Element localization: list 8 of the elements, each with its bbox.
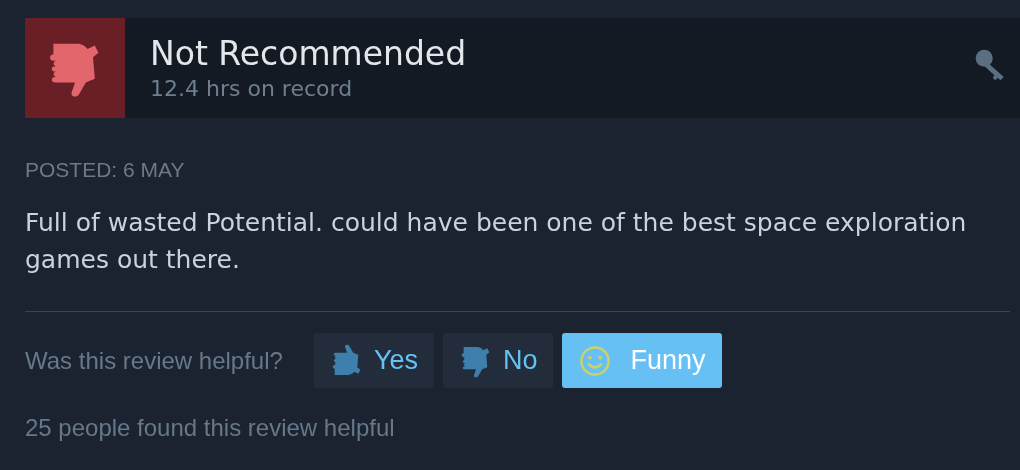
vote-button[interactable]: No [442,333,554,388]
posted-date: POSTED: 6 MAY [25,158,186,182]
helpful-question: Was this review helpful? [25,346,283,375]
helpful-count: 25 people found this review helpful [25,414,396,442]
review-text: Full of wasted Potential. could have been one of the best space exploration games out there. [25,207,968,276]
review-verdict: Not Recommended [150,33,468,75]
playtime: 12.4 hrs on record [150,75,354,103]
vote-button[interactable]: Yes [313,333,434,388]
